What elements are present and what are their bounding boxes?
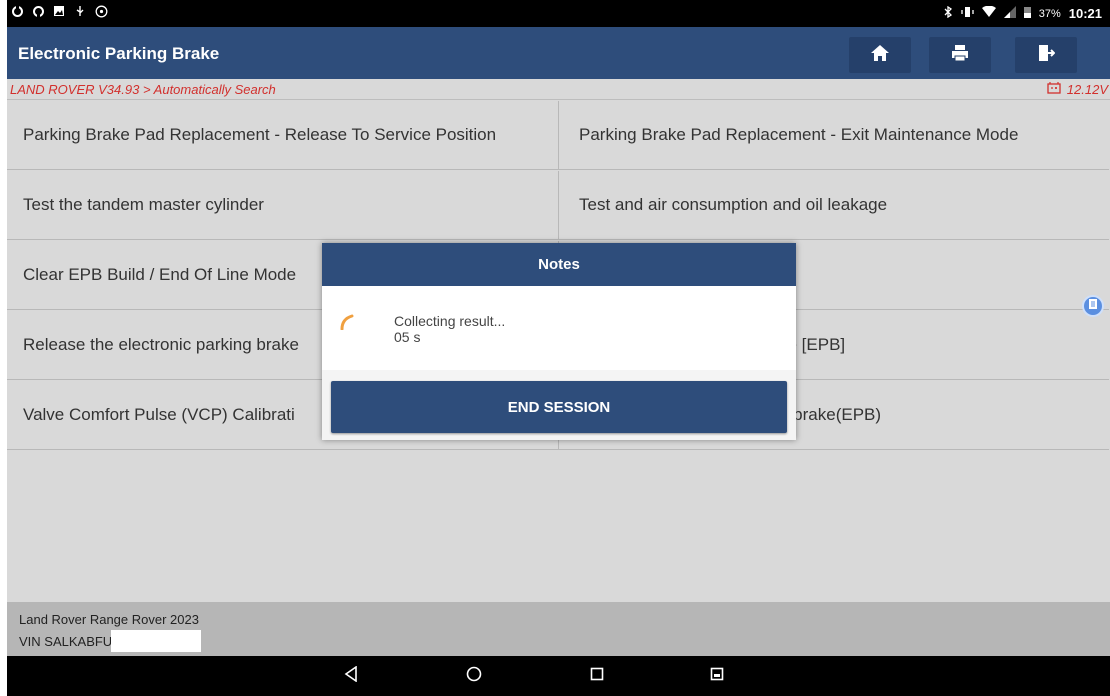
battery-percent: 37% [1038,7,1061,20]
home-button[interactable] [849,37,911,73]
loading-spinner-icon [339,314,355,331]
function-label: Release the electronic parking brake [23,335,299,354]
vin-redaction [111,630,202,652]
function-label: Test the tandem master cylinder [23,195,264,214]
usb-icon [74,5,86,17]
voltage-value: 12.12V [1066,82,1108,97]
app-frame: 37% 10:21 Electronic Parking Brake LAND … [7,0,1110,696]
home-nav-button[interactable] [462,666,486,686]
function-label: Parking Brake Pad Replacement - Exit Mai… [579,125,1019,144]
exit-button[interactable] [1015,37,1077,73]
vin-label: VIN SALKABFU [19,633,113,649]
title-bar: Electronic Parking Brake [7,27,1110,79]
function-label: Clear EPB Build / End Of Line Mode [23,265,297,284]
sync-icon [32,5,44,18]
back-button[interactable] [339,664,363,687]
breadcrumb-path: LAND ROVER V34.93 > Automatically Search [10,82,276,97]
wifi-icon [981,5,996,21]
home-icon [870,44,890,67]
vehicle-model: Land Rover Range Rover 2023 [19,612,199,627]
dialog-body: Collecting result... 05 s [322,286,796,370]
end-session-button[interactable]: END SESSION [331,381,787,433]
vehicle-info-bar: Land Rover Range Rover 2023 VIN SALKABFU [7,602,1110,656]
status-bar: 37% 10:21 [7,0,1110,27]
voltage-indicator: 12.12V [1047,82,1108,97]
print-button[interactable] [929,37,991,73]
battery-voltage-icon [1047,82,1061,97]
page-title: Electronic Parking Brake [18,44,220,63]
vehicle-vin: VIN SALKABFU [19,630,202,652]
print-icon [951,44,969,67]
clock: 10:21 [1068,6,1102,21]
function-label: Test and air consumption and oil leakage [579,195,888,214]
image-icon [53,5,65,17]
screenshot-icon [710,667,724,686]
back-icon [344,664,358,687]
home-circle-icon [466,666,482,687]
bluetooth-icon [944,5,953,21]
battery-icon [1023,6,1031,21]
sync-icon [11,5,23,17]
dialog-message: Collecting result... [394,313,506,329]
wheel-icon [95,5,108,18]
vibrate-icon [961,6,974,21]
recents-icon [590,667,604,686]
function-item-release-service[interactable]: Parking Brake Pad Replacement - Release … [7,101,558,170]
dialog-timer: 05 s [394,329,421,345]
function-item-exit-maintenance[interactable]: Parking Brake Pad Replacement - Exit Mai… [558,101,1109,170]
function-item-tandem-master[interactable]: Test the tandem master cylinder [7,171,558,240]
breadcrumb: LAND ROVER V34.93 > Automatically Search… [7,79,1110,100]
function-label: Parking Brake Pad Replacement - Release … [23,125,497,144]
function-label: Valve Comfort Pulse (VCP) Calibrati [23,405,295,424]
floating-notes-button[interactable] [1082,295,1104,317]
document-icon [1088,297,1098,315]
function-item-air-consumption[interactable]: Test and air consumption and oil leakage [558,171,1109,240]
dialog-title: Notes [322,243,796,286]
exit-icon [1037,44,1056,67]
signal-icon [1003,6,1016,21]
recents-button[interactable] [585,666,609,686]
navigation-bar [7,656,1110,696]
notes-dialog: Notes Collecting result... 05 s END SESS… [322,243,796,440]
screenshot-button[interactable] [705,666,729,686]
